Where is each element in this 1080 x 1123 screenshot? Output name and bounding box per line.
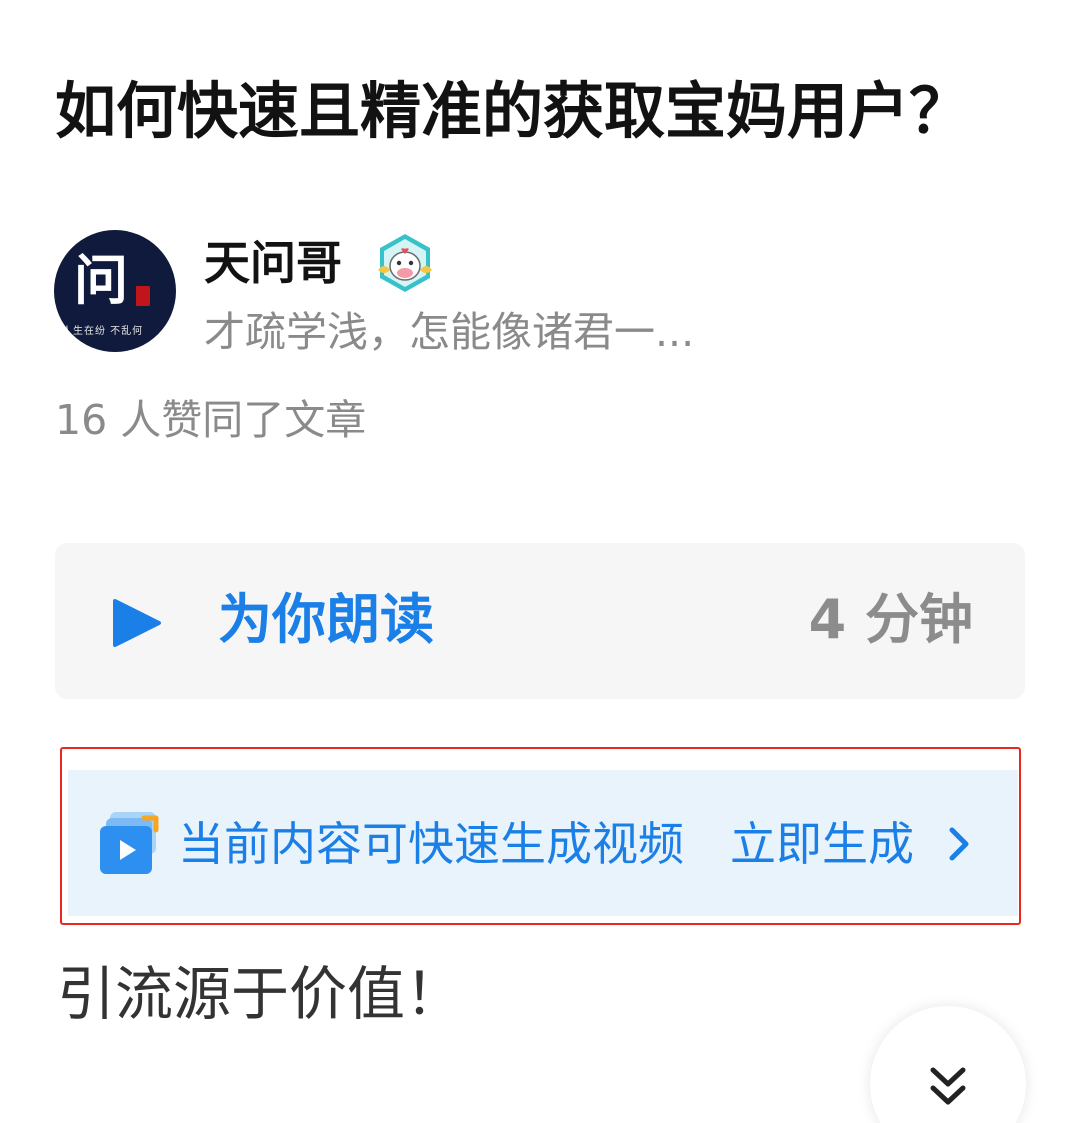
chevron-right-icon bbox=[949, 827, 969, 861]
likes-count: 16 人赞同了文章 bbox=[55, 396, 367, 444]
play-icon bbox=[113, 599, 161, 647]
generate-video-banner[interactable]: 当前内容可快速生成视频 立即生成 bbox=[68, 770, 1018, 916]
generate-now-link[interactable]: 立即生成 bbox=[730, 814, 914, 874]
generate-video-text: 当前内容可快速生成视频 bbox=[178, 817, 684, 871]
article-body-text: 引流源于价值！ bbox=[57, 960, 464, 1028]
article-page: 如何快速且精准的获取宝妈用户？ 问 人生在纷 不乱何 天问哥 才疏学浅，怎能像诸… bbox=[0, 0, 1080, 1123]
scroll-down-button[interactable] bbox=[870, 1006, 1026, 1123]
avatar-motto: 人生在纷 不乱何 bbox=[62, 326, 144, 337]
author-bio: 才疏学浅，怎能像诸君一... bbox=[204, 308, 695, 356]
video-generate-icon bbox=[100, 812, 159, 874]
author-avatar[interactable]: 问 人生在纷 不乱何 bbox=[54, 230, 176, 352]
read-aloud-label: 为你朗读 bbox=[218, 588, 434, 651]
double-chevron-down-icon bbox=[930, 1067, 966, 1105]
cartoon-badge-icon bbox=[378, 234, 432, 292]
avatar-calligraphy: 问 bbox=[74, 248, 128, 312]
author-name[interactable]: 天问哥 bbox=[204, 233, 342, 293]
read-aloud-card[interactable]: 为你朗读 4 分钟 bbox=[55, 543, 1025, 699]
read-duration: 4 分钟 bbox=[808, 588, 973, 651]
article-title: 如何快速且精准的获取宝妈用户？ bbox=[55, 76, 971, 147]
avatar-seal-stamp bbox=[136, 286, 150, 306]
